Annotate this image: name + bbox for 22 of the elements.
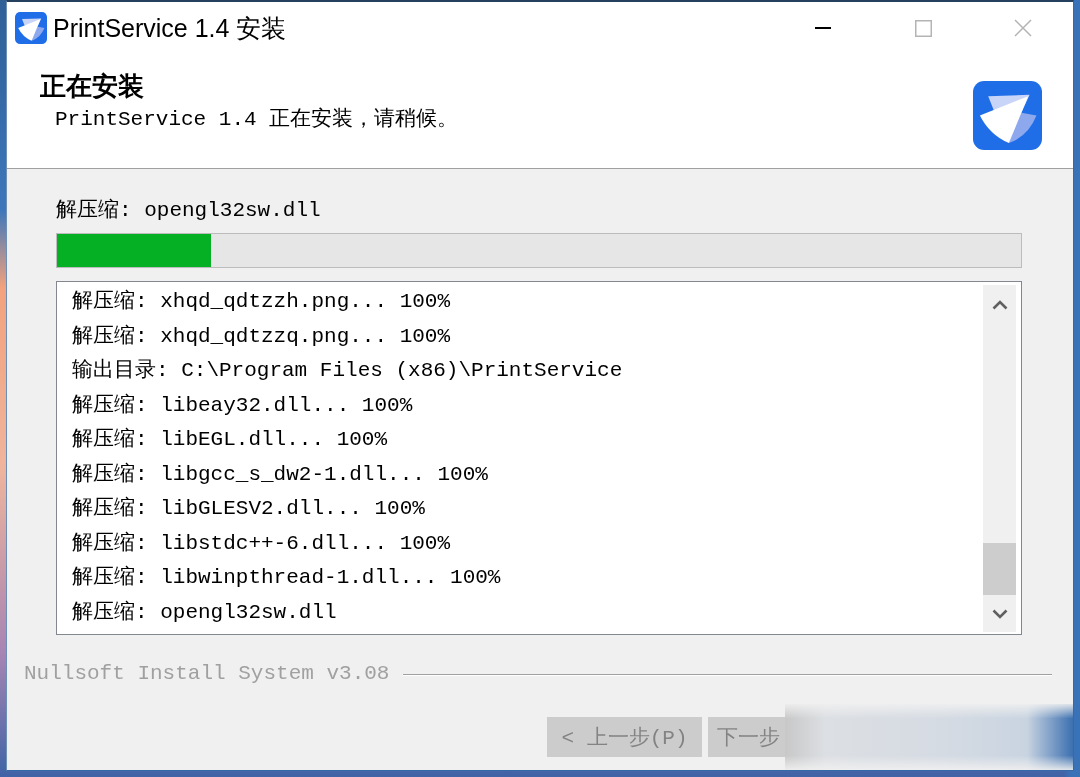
chevron-down-icon[interactable] <box>991 608 1008 619</box>
minimize-icon[interactable] <box>815 27 831 30</box>
page-subtitle: PrintService 1.4 正在安装，请稍候。 <box>54 106 459 134</box>
log-line: 解压缩: xhqd_qdtzzq.png... 100% <box>72 323 451 350</box>
page-title: 正在安装 <box>40 70 145 103</box>
app-logo-icon <box>973 80 1042 150</box>
log-line: 输出目录: C:\Program Files (x86)\PrintService <box>72 357 623 384</box>
branding-text: Nullsoft Install System v3.08 <box>24 661 390 685</box>
log-line: 解压缩: libGLESV2.dll... 100% <box>72 495 425 522</box>
log-line: 解压缩: xhqd_qdtzzh.png... 100% <box>72 288 451 315</box>
log-line: 解压缩: libwinpthread-1.dll... 100% <box>72 564 501 591</box>
scrollbar[interactable] <box>983 285 1016 632</box>
log-line: 解压缩: libgcc_s_dw2-1.dll... 100% <box>72 461 488 488</box>
window-title: PrintService 1.4 安装 <box>53 12 288 44</box>
log-line: 解压缩: libEGL.dll... 100% <box>72 426 388 453</box>
app-icon <box>15 11 47 46</box>
chevron-up-icon[interactable] <box>991 300 1008 310</box>
status-text: 解压缩: opengl32sw.dll <box>56 197 321 224</box>
scroll-thumb[interactable] <box>983 543 1016 595</box>
log-line: 解压缩: libstdc++-6.dll... 100% <box>72 530 451 557</box>
log-line: 解压缩: opengl32sw.dll <box>72 599 337 626</box>
log-line: 解压缩: libeay32.dll... 100% <box>72 392 413 419</box>
